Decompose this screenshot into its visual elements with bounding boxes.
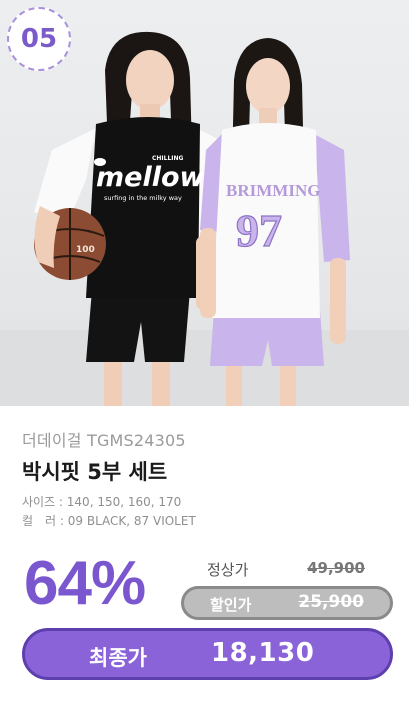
product-info: 더데이걸 TGMS24305 박시핏 5부 세트 사이즈 : 140, 150,…: [0, 406, 409, 714]
brand-code: 더데이걸 TGMS24305: [22, 431, 186, 450]
color-options: 컬 러 : 09 BLACK, 87 VIOLET: [22, 514, 196, 528]
regular-price-label: 정상가: [207, 561, 249, 579]
left-shirt-tagline: surfing in the milky way: [104, 194, 182, 202]
final-price-label: 최종가: [89, 646, 147, 670]
sale-price: 25,900: [298, 592, 364, 612]
discount-rate: 64%: [24, 549, 146, 618]
final-price-button[interactable]: 최종가 18,130: [22, 628, 393, 680]
left-shirt-print: mellow: [96, 162, 206, 193]
regular-price-row: 정상가 49,900: [181, 556, 391, 582]
rank-badge: 05: [7, 7, 71, 71]
left-shirt-small-print: CHILLING: [152, 155, 184, 162]
sale-price-label: 할인가: [210, 596, 252, 614]
floor: [0, 330, 409, 406]
size-options: 사이즈 : 140, 150, 160, 170: [22, 495, 182, 509]
regular-price: 49,900: [307, 559, 365, 577]
final-price: 18,130: [211, 638, 315, 668]
sale-price-pill: 할인가 25,900: [181, 586, 393, 620]
basketball-print: 100: [76, 245, 95, 255]
product-name: 박시핏 5부 세트: [22, 460, 168, 484]
right-shirt-number: 97: [236, 205, 282, 256]
product-photo: mellow surfing in the milky way CHILLING…: [0, 0, 409, 406]
left-shirt-logo: [94, 158, 106, 166]
right-shirt-print: BRIMMING: [226, 181, 320, 200]
